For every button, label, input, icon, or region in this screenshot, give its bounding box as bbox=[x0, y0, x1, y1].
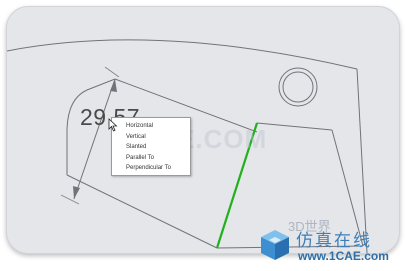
menu-item-perpendicular-to[interactable]: Perpendicular To bbox=[112, 163, 190, 174]
cube-logo-icon bbox=[261, 230, 289, 260]
site-logo: 3D世界 仿真在线 www.1CAE.com bbox=[258, 219, 403, 270]
menu-item-vertical[interactable]: Vertical bbox=[112, 132, 190, 143]
logo-url: www.1CAE.com bbox=[298, 249, 389, 263]
menu-item-parallel-to[interactable]: Parallel To bbox=[112, 153, 190, 164]
extension-line-bottom bbox=[60, 194, 80, 205]
menu-item-horizontal[interactable]: Horizontal bbox=[112, 121, 190, 132]
logo-title: 仿真在线 bbox=[296, 231, 372, 250]
dimension-arrow-bottom bbox=[73, 186, 80, 199]
dimension-line[interactable] bbox=[73, 78, 116, 200]
sketch-slant-lower[interactable] bbox=[66, 174, 218, 249]
sketch-arc[interactable] bbox=[7, 39, 358, 70]
context-menu[interactable]: Horizontal Vertical Slanted Parallel To … bbox=[111, 117, 191, 176]
menu-item-slanted[interactable]: Slanted bbox=[112, 142, 190, 153]
sketch-circle-inner[interactable] bbox=[282, 71, 314, 103]
mouse-cursor-icon bbox=[108, 118, 118, 132]
extension-line-top bbox=[104, 66, 120, 78]
trapezoid-top-edge[interactable] bbox=[256, 122, 333, 131]
cad-viewport[interactable]: 1CAE.COM 29.57 Horizontal Vertical Slant… bbox=[6, 6, 400, 254]
sketch-circle-outer[interactable] bbox=[278, 67, 318, 107]
